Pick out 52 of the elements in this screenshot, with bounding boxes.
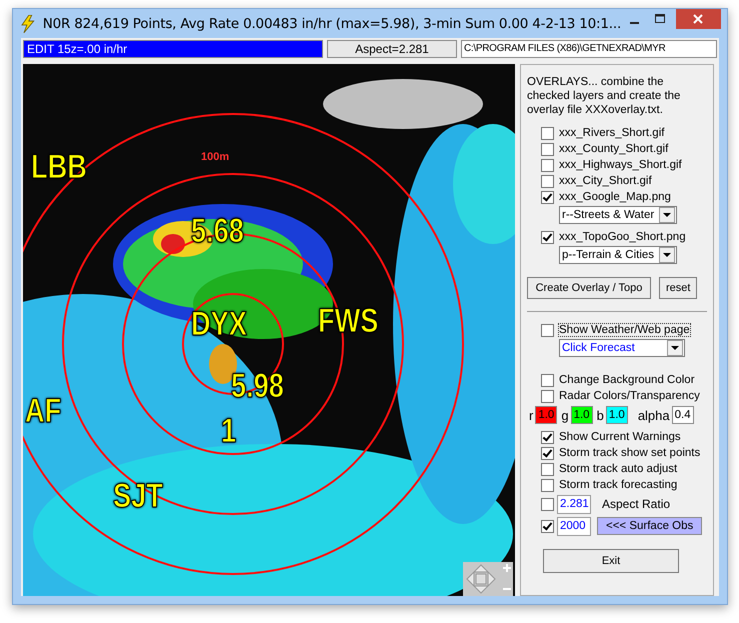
option-checkbox[interactable]: Storm track auto adjust xyxy=(527,461,707,477)
color-channel-label: g xyxy=(561,408,569,422)
maximize-icon xyxy=(655,14,666,24)
close-button[interactable] xyxy=(676,8,722,28)
map-navigation-control[interactable] xyxy=(463,562,513,596)
surface-obs-checkbox[interactable] xyxy=(541,520,554,532)
surface-obs-field[interactable]: 2000 xyxy=(557,516,591,536)
layer-checkbox[interactable]: xxx_Highways_Short.gif xyxy=(541,157,707,173)
map-label: AF xyxy=(25,394,62,428)
layer-checkbox[interactable]: xxx_City_Short.gif xyxy=(541,173,707,189)
web-page-checkbox[interactable]: Show Weather/Web page xyxy=(527,322,707,338)
aspect-ratio-field[interactable]: 2.281 xyxy=(557,494,591,514)
color-value-field[interactable]: 0.4 xyxy=(672,406,694,424)
map-label: 1 xyxy=(221,414,236,448)
option-checkbox[interactable]: Show Current Warnings xyxy=(527,429,707,445)
aspect-ratio-label: Aspect Ratio xyxy=(602,497,670,511)
aspect-status-field: Aspect=2.281 xyxy=(327,40,457,58)
window-title: N0R 824,619 Points, Avg Rate 0.00483 in/hr (max=5.98), 3-min Sum 0.00 4-2-13 10:1... xyxy=(42,16,622,32)
color-channel-label: alpha xyxy=(638,408,670,422)
exit-button[interactable]: Exit xyxy=(543,549,679,573)
layer-checkbox[interactable]: xxx_Google_Map.png xyxy=(541,189,707,205)
option-checkbox[interactable]: Change Background Color xyxy=(527,372,707,388)
color-channel-label: b xyxy=(596,408,604,422)
lightning-icon xyxy=(21,14,35,32)
color-value-field[interactable]: 1.0 xyxy=(535,406,558,424)
color-channel-label: r xyxy=(529,408,534,422)
layer-checkbox[interactable]: xxx_TopoGoo_Short.png xyxy=(541,229,707,245)
map-label: LBB xyxy=(31,150,87,184)
close-icon xyxy=(693,14,704,24)
map-label: SJT xyxy=(113,479,163,513)
layer-dropdown[interactable]: p--Terrain & Cities xyxy=(559,246,677,264)
aspect-checkbox[interactable] xyxy=(541,498,554,510)
option-checkbox[interactable]: Storm track show set points xyxy=(527,445,707,461)
map-label: 100m xyxy=(201,152,230,163)
dropdown-arrow-icon xyxy=(663,213,671,217)
path-status-field: C:\PROGRAM FILES (X86)\GETNEXRAD\MYR xyxy=(461,40,717,58)
panel-button[interactable]: reset xyxy=(659,277,698,299)
option-checkbox[interactable]: Storm track forecasting xyxy=(527,477,707,493)
option-checkbox[interactable]: Radar Colors/Transparency xyxy=(527,388,707,404)
edit-status-field: EDIT 15z=.00 in/hr xyxy=(23,40,323,58)
overlay-description: OVERLAYS... combine the checked layers and create the overlay file XXXoverlay.txt. xyxy=(527,75,682,117)
color-value-field[interactable]: 1.0 xyxy=(570,406,593,424)
dropdown-arrow-icon xyxy=(663,253,671,257)
layer-checkbox[interactable]: xxx_Rivers_Short.gif xyxy=(541,125,707,141)
layer-dropdown[interactable]: r--Streets & Water xyxy=(559,206,677,224)
dropdown-arrow-icon xyxy=(671,346,679,350)
panel-button[interactable]: Create Overlay / Topo xyxy=(527,277,651,299)
forecast-dropdown[interactable]: Click Forecast xyxy=(559,339,685,357)
color-value-field[interactable]: 1.0 xyxy=(606,406,628,424)
surface-obs-button[interactable]: <<< Surface Obs xyxy=(597,517,702,535)
layer-checkbox[interactable]: xxx_County_Short.gif xyxy=(541,141,707,157)
minimize-icon xyxy=(630,22,639,24)
